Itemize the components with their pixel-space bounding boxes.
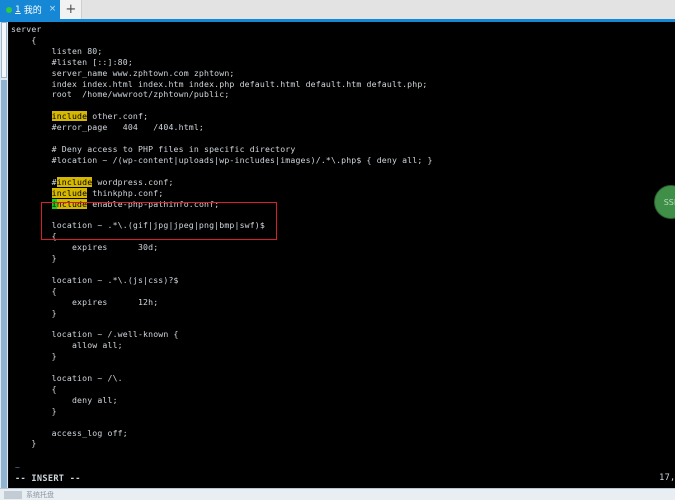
tab-number: 1 (15, 4, 21, 15)
code-line: deny all; (11, 394, 118, 405)
code-line: location ~ .*\.(js|css)?$ (11, 274, 179, 285)
code-line: include other.conf; (51, 111, 149, 122)
terminal-scrollbar[interactable] (0, 22, 9, 488)
code-line: location ~ .*\.(gif|jpg|jpeg|png|bmp|swf… (11, 220, 265, 231)
search-match: include (56, 176, 93, 187)
code-line: #include wordpress.conf; (11, 176, 174, 187)
vim-cursor: i (51, 198, 57, 209)
scrollbar-thumb[interactable] (1, 22, 7, 78)
code-line: location ~ /.well-known { (11, 329, 179, 340)
code-line: include enable-php-pathinfo.conf; (51, 198, 220, 209)
code-line: include thinkphp.conf; (51, 187, 164, 198)
search-match: nclude (56, 198, 88, 209)
code-line: } (11, 438, 37, 449)
terminal-tab-1[interactable]: 1 我的 × (0, 0, 61, 19)
scrollbar-rail[interactable] (1, 80, 7, 488)
code-line: { (11, 285, 57, 296)
code-line: #listen [::]:80; (11, 56, 133, 67)
code-line: server_name www.zphtown.com zphtown; (11, 67, 235, 78)
vim-status-line: -- INSERT -- 17,2 (11, 470, 675, 488)
close-icon[interactable]: × (49, 5, 57, 14)
code-line: listen 80; (11, 45, 103, 56)
code-line: server (11, 24, 42, 34)
search-match: include (51, 187, 88, 198)
code-line: root /home/wwwroot/zphtown/public; (11, 89, 230, 100)
code-line: expires 12h; (11, 296, 159, 307)
code-line: } (11, 351, 57, 362)
browser-tab-strip: 1 我的 × + (0, 0, 675, 19)
vim-cursor-position: 17,2 (659, 473, 675, 483)
code-line: allow all; (11, 340, 123, 351)
os-taskbar: 系统托盘 (0, 488, 675, 500)
taskbar-item[interactable] (4, 490, 22, 499)
vim-editor-buffer[interactable]: server { listen 80; #listen [::]:80; ser… (11, 24, 675, 449)
vim-mode-indicator: -- INSERT -- (15, 474, 81, 484)
code-line: expires 30d; (11, 242, 159, 253)
code-line: access_log off; (11, 427, 128, 438)
tab-title: 我的 (23, 6, 42, 16)
code-line: } (11, 253, 57, 264)
code-line: { (11, 34, 37, 45)
code-line: } (11, 405, 57, 416)
code-line: #location ~ /(wp-content|uploads|wp-incl… (11, 154, 433, 165)
code-line: index index.html index.htm index.php def… (11, 78, 428, 89)
code-line: #error_page 404 /404.html; (11, 122, 205, 133)
tab-strip-empty-area (82, 0, 675, 19)
code-line: # Deny access to PHP files in specific d… (11, 143, 296, 154)
search-match: include (51, 111, 88, 122)
code-line: { (11, 383, 57, 394)
new-tab-button[interactable]: + (60, 0, 83, 19)
ssh-terminal[interactable]: server { listen 80; #listen [::]:80; ser… (0, 22, 675, 488)
taskbar-label: 系统托盘 (26, 490, 54, 499)
code-line: } (11, 307, 57, 318)
code-line: location ~ /\. (11, 373, 123, 383)
code-line: { (11, 231, 57, 242)
green-status-dot-icon (6, 6, 12, 13)
